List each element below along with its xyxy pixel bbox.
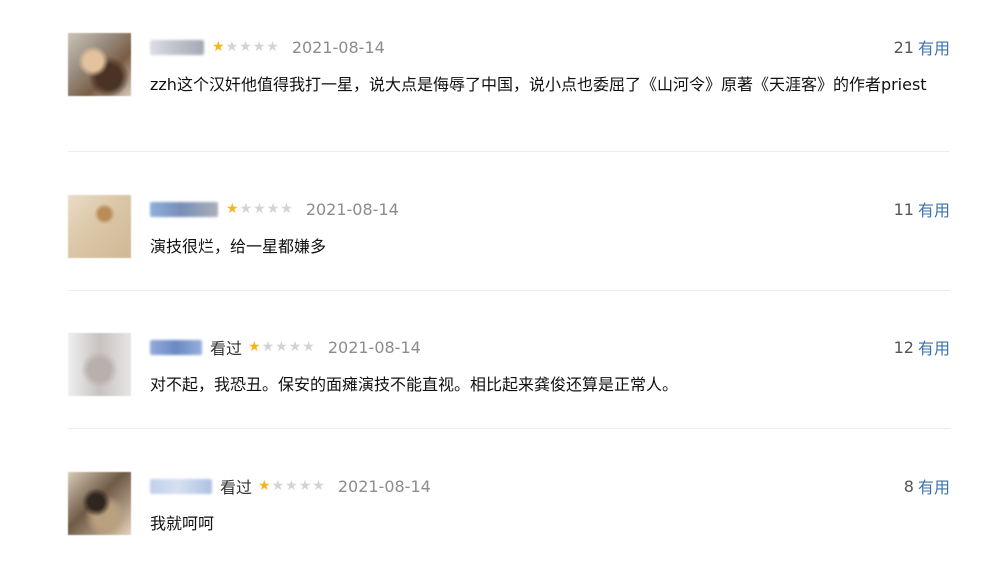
divider xyxy=(68,151,950,152)
star-icon: ★ xyxy=(258,478,271,494)
star-icon: ★ xyxy=(271,478,285,494)
divider xyxy=(68,290,950,291)
comment-item: ★ ★ ★ ★ ★ 2021-08-14 21 有用 zzh这个汉奸他值得我打一… xyxy=(68,31,950,149)
comment-meta: 看过 ★ ★ ★ ★ ★ 2021-08-14 xyxy=(150,475,431,497)
star-icon: ★ xyxy=(312,478,325,494)
avatar[interactable] xyxy=(68,195,131,258)
comment-meta: 看过 ★ ★ ★ ★ ★ 2021-08-14 xyxy=(150,336,421,358)
useful-link[interactable]: 有用 xyxy=(918,335,950,359)
star-icon: ★ xyxy=(302,339,315,355)
vote-count: 12 xyxy=(893,337,914,357)
star-icon: ★ xyxy=(225,39,239,55)
star-icon: ★ xyxy=(285,478,298,494)
useful-link[interactable]: 有用 xyxy=(918,474,950,498)
comment-date: 2021-08-14 xyxy=(291,37,385,57)
useful-link[interactable]: 有用 xyxy=(918,197,950,221)
blurred-username[interactable] xyxy=(150,478,212,494)
comment-item: 看过 ★ ★ ★ ★ ★ 2021-08-14 12 有用 对不起，我恐丑。保安… xyxy=(68,331,950,449)
comment-date: 2021-08-14 xyxy=(337,476,431,496)
blurred-username[interactable] xyxy=(150,339,202,355)
comment-item: 看过 ★ ★ ★ ★ ★ 2021-08-14 8 有用 我就呵呵 xyxy=(68,470,950,588)
star-icon: ★ xyxy=(253,201,266,217)
watched-status: 看过 xyxy=(210,339,243,358)
rating-stars: ★ ★ ★ ★ ★ xyxy=(226,202,294,216)
star-icon: ★ xyxy=(252,39,266,55)
comment-text: zzh这个汉奸他值得我打一星，说大点是侮辱了中国，说小点也委屈了《山河令》原著《… xyxy=(150,75,927,94)
star-icon: ★ xyxy=(212,39,225,55)
star-icon: ★ xyxy=(280,201,293,217)
comment-date: 2021-08-14 xyxy=(305,199,399,219)
vote-count: 11 xyxy=(893,199,914,219)
blurred-username[interactable] xyxy=(150,201,218,217)
watched-status: 看过 xyxy=(220,478,253,497)
rating-stars: ★ ★ ★ ★ ★ xyxy=(212,40,280,54)
star-icon: ★ xyxy=(239,201,253,217)
star-icon: ★ xyxy=(261,339,275,355)
comment-text: 对不起，我恐丑。保安的面瘫演技不能直视。相比起来龚俊还算是正常人。 xyxy=(150,375,679,394)
star-icon: ★ xyxy=(275,339,288,355)
star-icon: ★ xyxy=(288,339,302,355)
comment-text: 演技很烂，给一星都嫌多 xyxy=(150,237,327,256)
rating-stars: ★ ★ ★ ★ ★ xyxy=(258,479,326,493)
comment-list: ★ ★ ★ ★ ★ 2021-08-14 21 有用 zzh这个汉奸他值得我打一… xyxy=(0,0,1000,564)
useful-votes: 12 有用 xyxy=(893,335,950,359)
comment-meta: ★ ★ ★ ★ ★ 2021-08-14 xyxy=(150,36,385,58)
star-icon: ★ xyxy=(266,201,280,217)
avatar[interactable] xyxy=(68,333,131,396)
star-icon: ★ xyxy=(248,339,261,355)
vote-count: 8 xyxy=(903,476,914,496)
divider xyxy=(68,428,950,429)
comment-date: 2021-08-14 xyxy=(327,337,421,357)
rating-stars: ★ ★ ★ ★ ★ xyxy=(248,340,316,354)
comment-item: ★ ★ ★ ★ ★ 2021-08-14 11 有用 演技很烂，给一星都嫌多 xyxy=(68,193,950,311)
star-icon: ★ xyxy=(266,39,279,55)
blurred-username[interactable] xyxy=(150,39,204,55)
comment-meta: ★ ★ ★ ★ ★ 2021-08-14 xyxy=(150,198,399,220)
useful-votes: 11 有用 xyxy=(893,197,950,221)
useful-votes: 8 有用 xyxy=(903,474,950,498)
star-icon: ★ xyxy=(239,39,252,55)
star-icon: ★ xyxy=(298,478,312,494)
vote-count: 21 xyxy=(893,37,914,57)
avatar[interactable] xyxy=(68,472,131,535)
useful-votes: 21 有用 xyxy=(893,35,950,59)
comment-text: 我就呵呵 xyxy=(150,514,215,533)
useful-link[interactable]: 有用 xyxy=(918,35,950,59)
avatar[interactable] xyxy=(68,33,131,96)
star-icon: ★ xyxy=(226,201,239,217)
